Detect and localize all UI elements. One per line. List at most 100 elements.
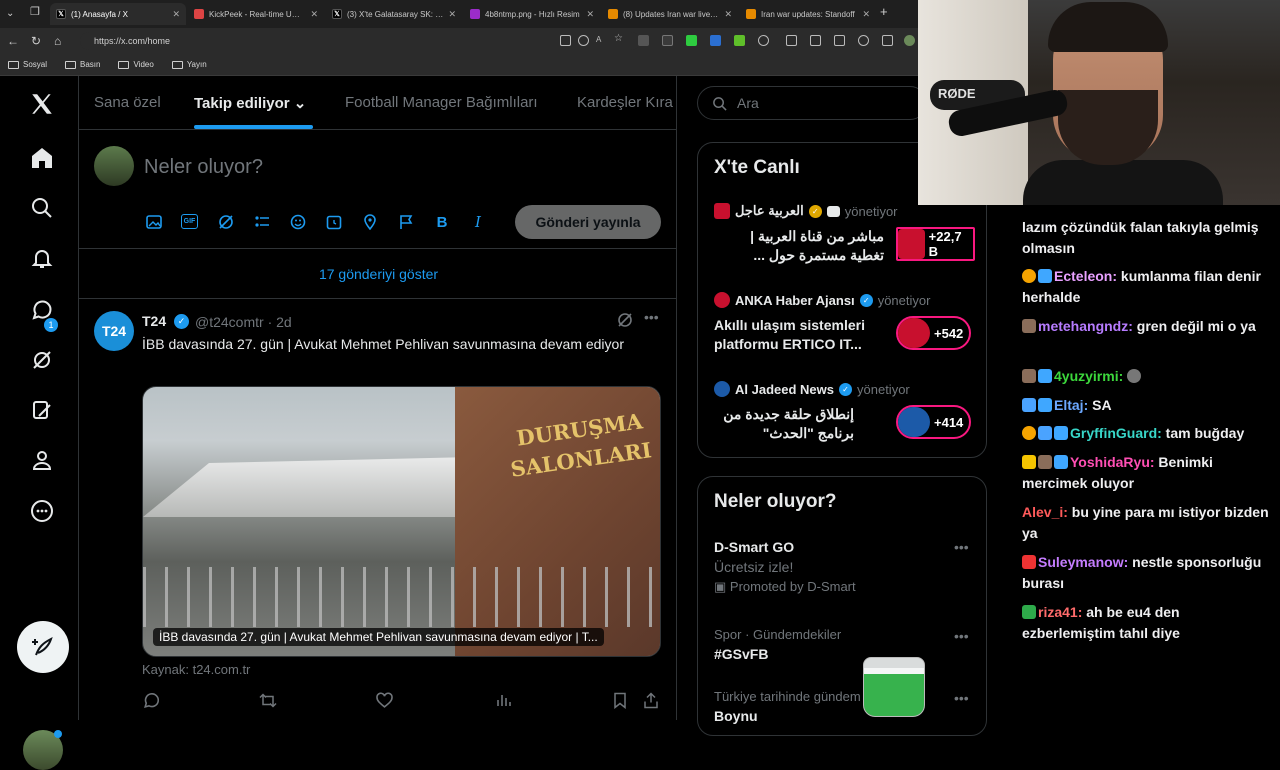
close-tab-icon[interactable]: ✕ [172,9,180,20]
flag-icon[interactable] [397,213,415,231]
search-input[interactable]: Ara [697,86,927,120]
tab-list-icon[interactable]: ⌄ [6,7,14,21]
back-icon[interactable]: ← [7,34,19,48]
messages-icon[interactable] [28,296,56,324]
favorite-star-icon[interactable]: ☆ [614,33,625,44]
repost-icon[interactable] [259,692,277,713]
bookmark-folder-video[interactable]: Video [118,60,154,69]
profile-avatar-icon[interactable] [904,35,915,46]
workspaces-icon[interactable]: ❐ [30,5,40,19]
close-tab-icon[interactable]: ✕ [310,9,318,20]
close-tab-icon[interactable]: ✕ [724,9,732,20]
grok-explain-icon[interactable] [617,312,633,331]
extension-icon[interactable] [734,35,745,46]
browser-tab-kickpeek[interactable]: KickPeek - Real-time URL Ca ✕ [188,3,324,25]
browser-tab-x-home[interactable]: 𝕏 (1) Anasayfa / X ✕ [50,3,186,25]
poll-icon[interactable] [253,213,271,231]
more-horizontal-icon[interactable]: ••• [954,690,969,706]
chat-username[interactable]: Alev_i: [1022,504,1068,520]
tweet-author-avatar[interactable]: T24 [94,311,134,351]
schedule-icon[interactable] [325,213,343,231]
home-icon[interactable] [28,144,56,172]
read-aloud-icon[interactable]: A [596,35,607,46]
location-icon[interactable] [361,213,379,231]
favorites-icon[interactable] [810,35,821,46]
extension-icon[interactable] [686,35,697,46]
chat-username[interactable]: YoshidaRyu: [1070,454,1155,470]
tweet-author-name[interactable]: T24 [142,313,166,329]
composer-input[interactable]: Neler oluyor? [144,156,263,179]
tab-for-you[interactable]: Sana özel [94,94,161,111]
zoom-icon[interactable] [578,35,589,46]
tweet-link-source[interactable]: Kaynak: t24.com.tr [142,662,250,677]
profile-icon[interactable] [28,446,56,474]
close-tab-icon[interactable]: ✕ [862,9,870,20]
more-horizontal-icon[interactable]: ••• [644,309,659,325]
show-new-posts-link[interactable]: 17 gönderiyi göster [79,249,676,299]
live-listener-count[interactable]: +542 [896,316,972,350]
chat-username[interactable]: Ecteleon: [1054,268,1117,284]
chat-username[interactable]: riza41: [1038,604,1082,620]
more-horizontal-icon[interactable]: ••• [954,539,969,555]
chat-username[interactable]: Eltaj: [1054,397,1088,413]
gif-icon[interactable]: GIF [181,214,198,229]
trend-item[interactable]: Türkiye tarihinde gündem Boynu [714,689,964,724]
reply-icon[interactable] [142,692,159,713]
bookmark-folder-sosyal[interactable]: Sosyal [8,60,47,69]
italic-icon[interactable]: I [469,213,487,231]
address-bar[interactable]: https://x.com/home [80,32,640,50]
share-icon[interactable] [643,692,659,713]
browser-tab-image[interactable]: 4b8ntmp.png - Hızlı Resim ✕ [464,3,600,25]
x-logo-icon[interactable] [28,90,56,118]
tab-following[interactable]: Takip ediliyor ⌄ [194,94,306,112]
explore-search-icon[interactable] [28,194,56,222]
like-heart-icon[interactable] [376,692,393,713]
views-analytics-icon[interactable] [495,692,511,712]
browser-essentials-icon[interactable] [858,35,869,46]
browser-tab-iran-live[interactable]: (8) Updates Iran war live: Ai ✕ [602,3,738,25]
trend-item-promoted[interactable]: D-Smart GO Ücretsiz izle! ▣ Promoted by … [714,539,964,595]
more-options-icon[interactable] [28,497,56,525]
home-icon[interactable]: ⌂ [54,34,61,48]
image-upload-icon[interactable] [145,213,163,231]
tweet-media-image[interactable]: DURUŞMA SALONLARI İBB davasında 27. gün … [142,386,661,657]
chat-username[interactable]: GryffinGuard: [1070,425,1162,441]
browser-tab-galatasaray[interactable]: 𝕏 (3) X'te Galatasaray SK: "Yen ✕ [326,3,462,25]
close-tab-icon[interactable]: ✕ [448,9,456,20]
chat-username[interactable]: metehangndz: [1038,318,1133,334]
collections-icon[interactable] [834,35,845,46]
tweet-card[interactable]: T24 T24 ✓ @t24comtr · 2d ••• İBB davasın… [79,299,676,720]
live-item[interactable]: ANKA Haber Ajansı ✓ yönetiyor Akıllı ula… [714,292,974,352]
drafts-edit-icon[interactable] [28,396,56,424]
copilot-icon[interactable] [882,35,893,46]
live-item[interactable]: Al Jadeed News ✓ yönetiyor إنطلاق حلقة ج… [714,381,974,441]
close-tab-icon[interactable]: ✕ [586,9,594,20]
split-screen-icon[interactable] [786,35,797,46]
chat-username[interactable]: Suleymanow: [1038,554,1128,570]
live-listener-count[interactable]: +414 [896,405,972,439]
compose-post-button[interactable] [17,621,69,673]
emoji-icon[interactable] [289,213,307,231]
new-tab-icon[interactable]: + [880,5,888,19]
live-item[interactable]: العربية عاجل ✓ yönetiyor مباشر من قناة ا… [714,203,975,263]
browser-tab-iran-updates[interactable]: Iran war updates: Standoff ✕ [740,3,876,25]
app-available-icon[interactable] [560,35,571,46]
extension-icon[interactable] [662,35,673,46]
chat-username[interactable]: 4yuzyirmi: [1054,368,1123,384]
refresh-extension-icon[interactable] [758,35,769,46]
more-horizontal-icon[interactable]: ••• [954,628,969,644]
bookmark-folder-basin[interactable]: Basın [65,60,100,69]
bold-icon[interactable]: B [433,213,451,231]
reload-icon[interactable]: ↻ [31,34,41,48]
notifications-bell-icon[interactable] [28,244,56,272]
bookmark-icon[interactable] [613,692,627,713]
extension-icon[interactable] [710,35,721,46]
publish-post-button[interactable]: Gönderi yayınla [515,205,661,239]
tab-kardesler[interactable]: Kardeşler Kıra [577,94,673,111]
extension-icon[interactable] [638,35,649,46]
trend-item[interactable]: Spor · Gündemdekiler #GSvFB [714,627,964,662]
grok-compose-icon[interactable] [217,213,235,231]
live-listener-count[interactable]: +22,7 B [896,227,975,261]
grok-icon[interactable] [28,346,56,374]
bookmark-folder-yayin[interactable]: Yayın [171,60,207,69]
